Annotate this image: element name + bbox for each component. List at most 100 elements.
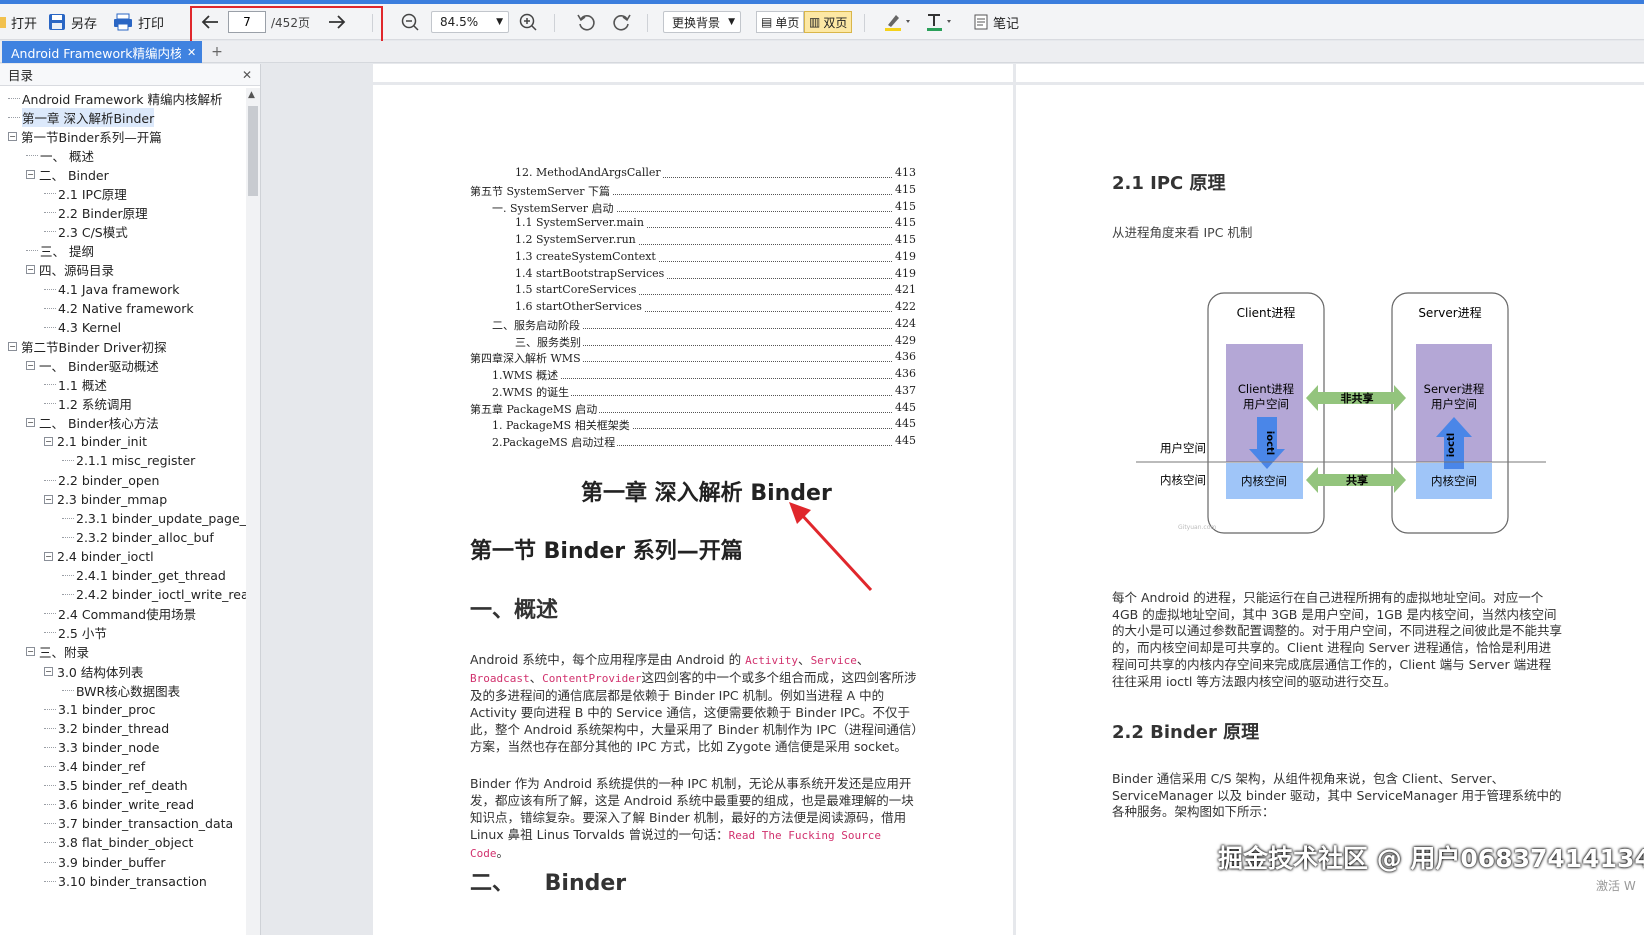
outline-item[interactable]: − 第一节Binder系列—开篇: [0, 126, 246, 146]
outline-item[interactable]: 2.2 Binder原理: [0, 203, 246, 223]
page-toc-entry: 1.3 createSystemContext 419: [515, 249, 916, 266]
outline-item-label: 4.2 Native framework: [58, 300, 194, 316]
page-number-input[interactable]: [228, 11, 266, 33]
page-toc-entry-page: 419: [893, 266, 916, 280]
text-tool-button[interactable]: [926, 4, 956, 40]
tree-connector: [44, 288, 56, 290]
single-page-button[interactable]: ▤ 单页: [756, 4, 805, 40]
rotate-left-button[interactable]: [577, 4, 595, 40]
document-tab[interactable]: Android Framework精编内核解析 ✕: [2, 41, 202, 63]
collapse-toggle-icon[interactable]: −: [26, 169, 35, 179]
save-as-button[interactable]: 另存: [48, 4, 97, 40]
outline-item[interactable]: 第一章 深入解析Binder: [0, 107, 246, 127]
outline-item-label: 2.3.2 binder_alloc_buf: [76, 529, 214, 545]
sidebar-scrollbar[interactable]: ▲: [246, 88, 260, 935]
zoom-in-button[interactable]: [519, 4, 537, 40]
collapse-toggle-icon[interactable]: −: [26, 418, 35, 428]
open-button[interactable]: 打开: [0, 4, 37, 40]
outline-item[interactable]: 1.1 概述: [0, 375, 246, 395]
double-page-button[interactable]: ▥ 双页: [804, 4, 853, 40]
outline-item[interactable]: 3.4 binder_ref: [0, 757, 246, 777]
add-tab-button[interactable]: +: [210, 41, 224, 63]
outline-item[interactable]: −2.3 binder_mmap: [0, 489, 246, 509]
zoom-select[interactable]: 84.5% ▼: [431, 4, 509, 40]
previous-page-left: [373, 64, 1013, 82]
collapse-toggle-icon[interactable]: −: [44, 666, 53, 676]
outline-item[interactable]: 3.6 binder_write_read: [0, 795, 246, 815]
outline-item[interactable]: 三、 提纲: [0, 241, 246, 261]
outline-item[interactable]: 2.3.2 binder_alloc_buf: [0, 527, 246, 547]
outline-item[interactable]: − 第二节Binder Driver初探: [0, 336, 246, 356]
diagram-kernel-space: 内核空间: [1160, 473, 1206, 487]
page-toc-entry-page: 436: [893, 367, 916, 380]
collapse-toggle-icon[interactable]: −: [44, 437, 53, 447]
outline-item-label: 四、源码目录: [39, 263, 115, 279]
outline-item[interactable]: −3.0 结构体列表: [0, 661, 246, 681]
prev-page-button[interactable]: [200, 4, 220, 40]
outline-item[interactable]: 2.4.1 binder_get_thread: [0, 566, 246, 586]
zoom-out-button[interactable]: [401, 4, 419, 40]
outline-item[interactable]: 2.1.1 misc_register: [0, 451, 246, 471]
chevron-up-icon[interactable]: ▲: [248, 90, 255, 100]
page-toc-entry-text: 2.WMS 的诞生: [492, 383, 572, 400]
page-toc-entry-text: 1.3 createSystemContext: [515, 249, 658, 263]
outline-item[interactable]: 4.3 Kernel: [0, 317, 246, 337]
collapse-toggle-icon[interactable]: −: [8, 131, 17, 141]
outline-item[interactable]: 2.3.1 binder_update_page_ra: [0, 508, 246, 528]
collapse-toggle-icon[interactable]: −: [26, 265, 35, 275]
outline-item[interactable]: − 一、 Binder驱动概述: [0, 355, 246, 375]
outline-item[interactable]: − 四、源码目录: [0, 260, 246, 280]
outline-item[interactable]: 3.5 binder_ref_death: [0, 776, 246, 796]
print-button[interactable]: 打印: [113, 4, 164, 40]
outline-item[interactable]: 3.1 binder_proc: [0, 699, 246, 719]
save-as-label: 另存: [71, 16, 98, 32]
outline-item[interactable]: 3.2 binder_thread: [0, 718, 246, 738]
next-page-button[interactable]: [327, 4, 347, 40]
outline-item[interactable]: 2.3 C/S模式: [0, 222, 246, 242]
outline-item[interactable]: −2.1 binder_init: [0, 432, 246, 452]
ipc-diagram: Client进程 Server进程 Client进程 用户空间 Server进程…: [1136, 292, 1546, 534]
outline-item[interactable]: 一、 概述: [0, 145, 246, 165]
close-icon[interactable]: ✕: [242, 68, 252, 82]
outline-item[interactable]: Android Framework 精编内核解析: [0, 88, 246, 108]
collapse-toggle-icon[interactable]: −: [44, 551, 53, 561]
rotate-right-button[interactable]: [613, 4, 631, 40]
collapse-toggle-icon[interactable]: −: [44, 494, 53, 504]
collapse-toggle-icon[interactable]: −: [26, 360, 35, 370]
outline-item[interactable]: BWR核心数据图表: [0, 680, 246, 700]
collapse-toggle-icon[interactable]: −: [26, 647, 35, 657]
outline-item[interactable]: − 三、附录: [0, 642, 246, 662]
outline-item-label: 二、 Binder核心方法: [39, 416, 159, 432]
outline-item[interactable]: − 二、 Binder: [0, 164, 246, 184]
outline-item[interactable]: 2.2 binder_open: [0, 470, 246, 490]
highlighter-button[interactable]: [884, 4, 914, 40]
outline-item[interactable]: 2.4.2 binder_ioctl_write_read: [0, 585, 246, 605]
tree-connector: [44, 766, 56, 767]
code-service: Service: [810, 654, 857, 667]
outline-item[interactable]: 3.9 binder_buffer: [0, 852, 246, 872]
outline-item[interactable]: 4.1 Java framework: [0, 279, 246, 299]
text-tool-icon: [927, 14, 951, 31]
outline-item[interactable]: − 二、 Binder核心方法: [0, 413, 246, 433]
diagram-server-process: Server进程: [1418, 305, 1481, 320]
outline-item[interactable]: 2.4 Command使用场景: [0, 604, 246, 624]
outline-item[interactable]: 2.5 小节: [0, 623, 246, 643]
outline-item-label: 3.1 binder_proc: [58, 701, 156, 717]
outline-item[interactable]: 2.1 IPC原理: [0, 184, 246, 204]
outline-item[interactable]: 4.2 Native framework: [0, 298, 246, 318]
outline-item[interactable]: 3.3 binder_node: [0, 737, 246, 757]
collapse-toggle-icon[interactable]: −: [8, 341, 17, 351]
background-select[interactable]: 更换背景 ▼: [663, 4, 741, 40]
close-tab-icon[interactable]: ✕: [187, 46, 196, 59]
outline-item[interactable]: 3.10 binder_transaction: [0, 871, 246, 891]
outline-item[interactable]: 3.7 binder_transaction_data: [0, 814, 246, 834]
outline-item[interactable]: 3.8 flat_binder_object: [0, 833, 246, 853]
outline-item-label: 3.6 binder_write_read: [58, 797, 195, 813]
zoom-out-icon: [401, 13, 419, 31]
outline-item[interactable]: −2.4 binder_ioctl: [0, 546, 246, 566]
outline-item-label: 3.2 binder_thread: [58, 720, 170, 736]
scrollbar-thumb[interactable]: [248, 106, 258, 196]
outline-item[interactable]: 1.2 系统调用: [0, 394, 246, 414]
activation-watermark: 激活 W: [1596, 879, 1636, 893]
notes-button[interactable]: 笔记: [974, 4, 1019, 40]
